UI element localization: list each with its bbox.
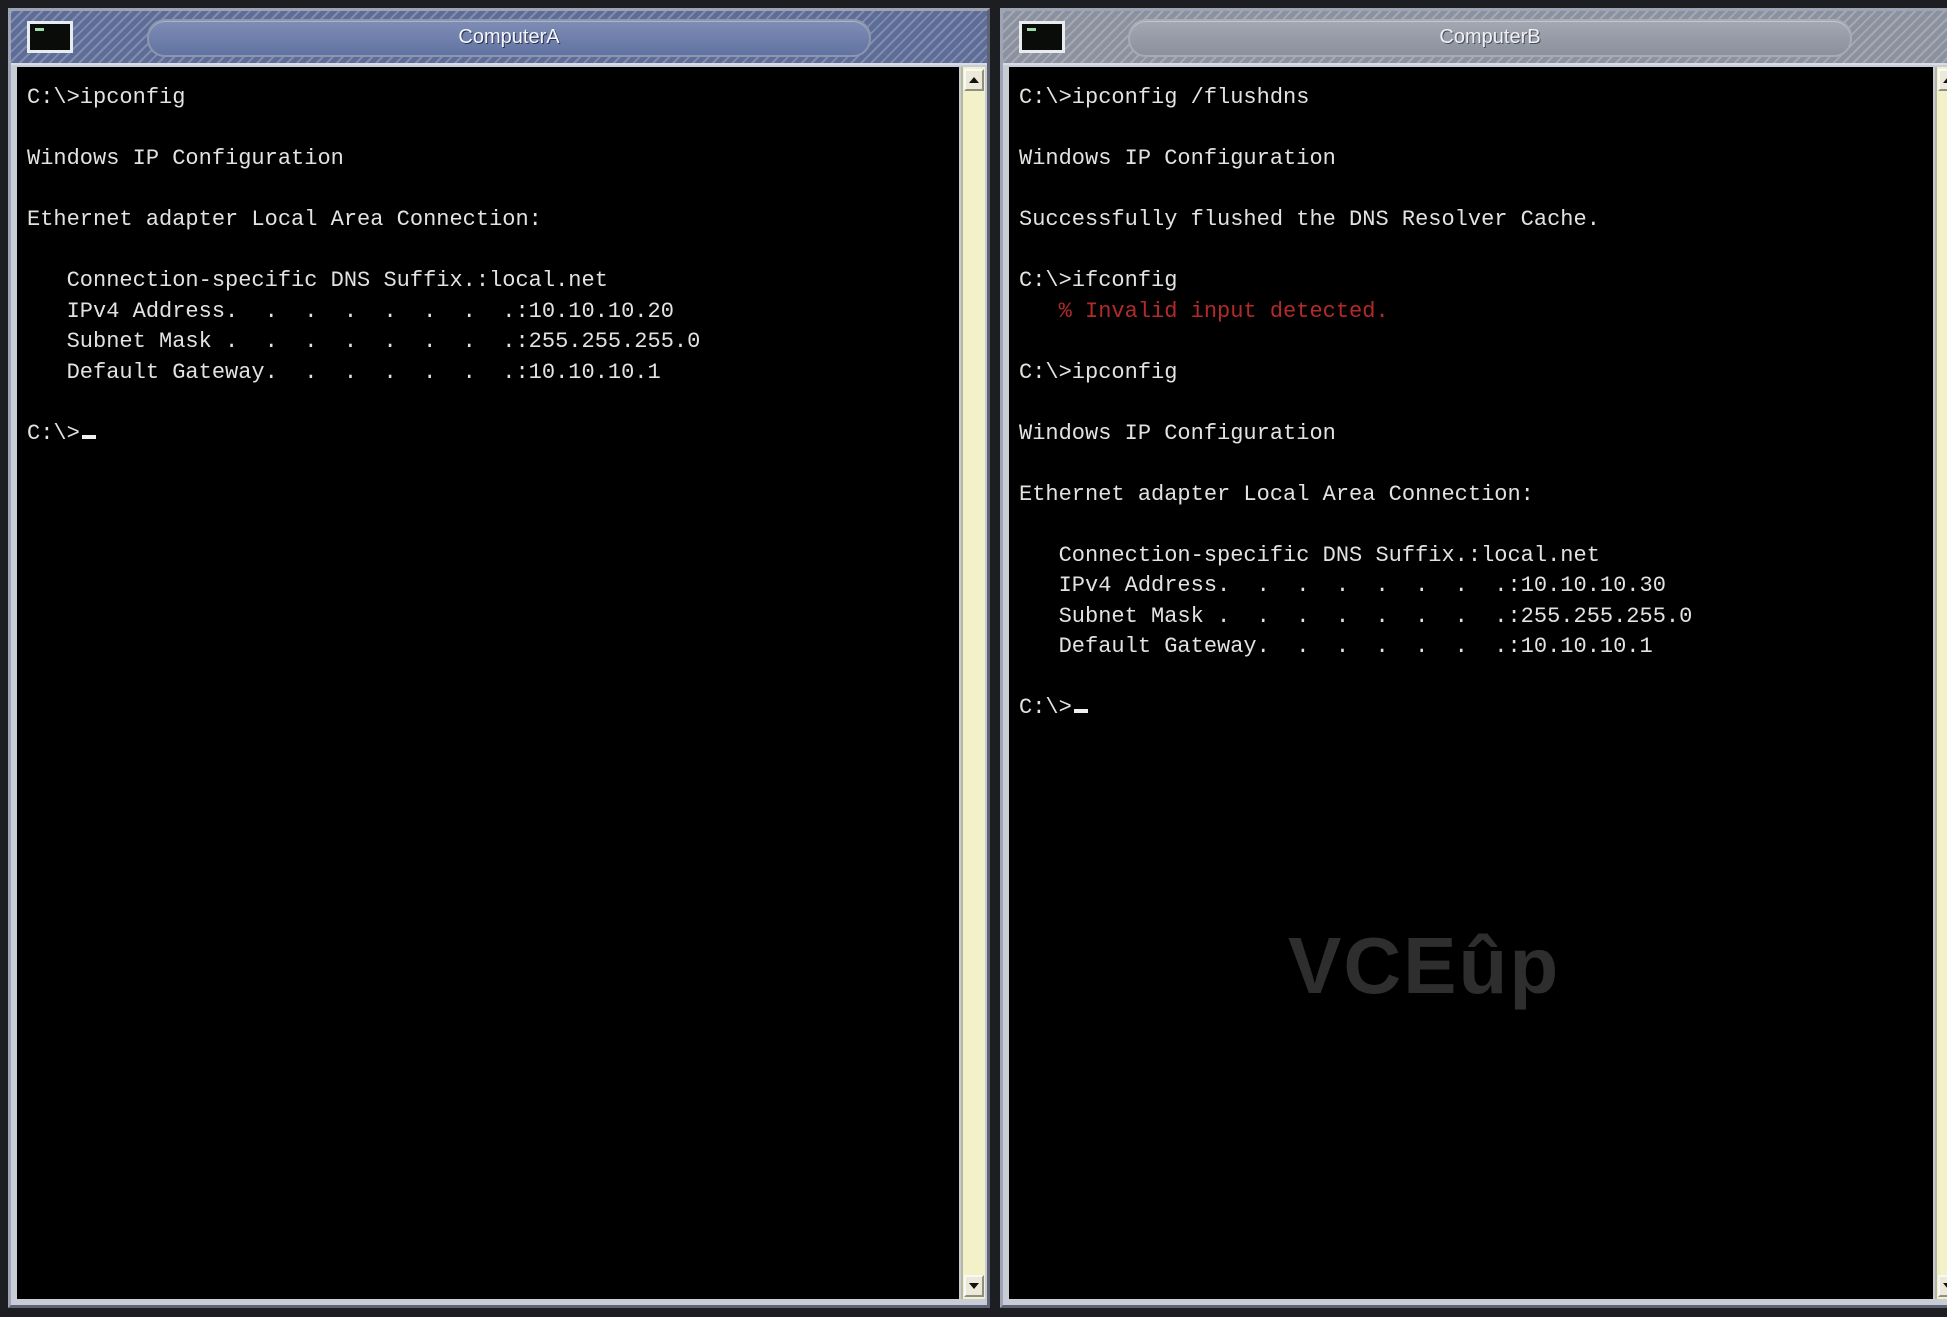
console-output[interactable]: C:\>ipconfig /flushdns Windows IP Configu… <box>1009 67 1933 1299</box>
watermark-logo: VCEûp <box>1288 921 1561 1010</box>
title-pill: ComputerB <box>1128 19 1852 57</box>
console-line: Default Gateway. . . . . . .:10.10.10.1 <box>27 359 661 385</box>
scroll-up-arrow-icon[interactable] <box>964 69 984 91</box>
error-line: % Invalid input detected. <box>1019 298 1389 324</box>
prompt-line: C:\> <box>1019 693 1692 724</box>
window-title: ComputerA <box>458 26 560 48</box>
title-pill: ComputerA <box>147 19 871 57</box>
text-cursor <box>81 434 96 439</box>
scroll-up-arrow-icon[interactable] <box>1938 69 1947 91</box>
title-bar[interactable]: ComputerA <box>11 11 987 65</box>
title-bar[interactable]: ComputerB <box>1003 11 1947 65</box>
console-line: Subnet Mask . . . . . . . .:255.255.255.… <box>1019 603 1693 629</box>
console-line: IPv4 Address. . . . . . . .:10.10.10.30 <box>1019 573 1666 598</box>
console-line: Ethernet adapter Local Area Connection: <box>27 207 542 232</box>
vertical-scrollbar[interactable] <box>1935 67 1947 1299</box>
terminal-window-computer-a[interactable]: ComputerA C:\>ipconfig Windows IP Configu… <box>8 8 990 1308</box>
console-line: Default Gateway. . . . . . .:10.10.10.1 <box>1019 634 1653 659</box>
console-line: Windows IP Configuration <box>1019 420 1336 446</box>
console-lines: C:\>ipconfig Windows IP Configuration Ethe… <box>27 83 700 449</box>
desktop: ComputerA C:\>ipconfig Windows IP Configu… <box>0 0 1947 1317</box>
console-line: C:\>ipconfig <box>1019 359 1178 385</box>
text-cursor <box>1073 709 1088 713</box>
scroll-down-arrow-icon[interactable] <box>964 1275 984 1297</box>
terminal-window-computer-b[interactable]: ComputerB C:\>ipconfig /flushdns Windows … <box>1000 8 1947 1308</box>
console-line: C:\>ifconfig <box>1019 268 1178 293</box>
console-line: Connection-specific DNS Suffix.:local.ne… <box>27 268 608 293</box>
console-line: Subnet Mask . . . . . . . .:255.255.255.… <box>27 329 701 354</box>
console-line: C:\>ipconfig <box>27 85 186 110</box>
console-icon[interactable] <box>1019 21 1065 53</box>
window-title: ComputerB <box>1439 26 1541 48</box>
console-output[interactable]: C:\>ipconfig Windows IP Configuration Ethe… <box>17 67 959 1299</box>
prompt-line: C:\> <box>27 419 700 450</box>
console-line: Connection-specific DNS Suffix.:local.ne… <box>1019 542 1600 568</box>
console-icon[interactable] <box>27 21 73 53</box>
console-line: Ethernet adapter Local Area Connection: <box>1019 481 1534 507</box>
vertical-scrollbar[interactable] <box>961 67 985 1299</box>
console-line: IPv4 Address. . . . . . . .:10.10.10.20 <box>27 298 674 324</box>
console-line: Windows IP Configuration <box>27 146 344 171</box>
scroll-down-arrow-icon[interactable] <box>1938 1275 1947 1297</box>
console-line: Successfully flushed the DNS Resolver Ca… <box>1019 207 1600 232</box>
console-line: C:\>ipconfig /flushdns <box>1019 85 1310 110</box>
console-lines: C:\>ipconfig /flushdns Windows IP Configu… <box>1019 83 1692 724</box>
console-line: Windows IP Configuration <box>1019 146 1336 171</box>
